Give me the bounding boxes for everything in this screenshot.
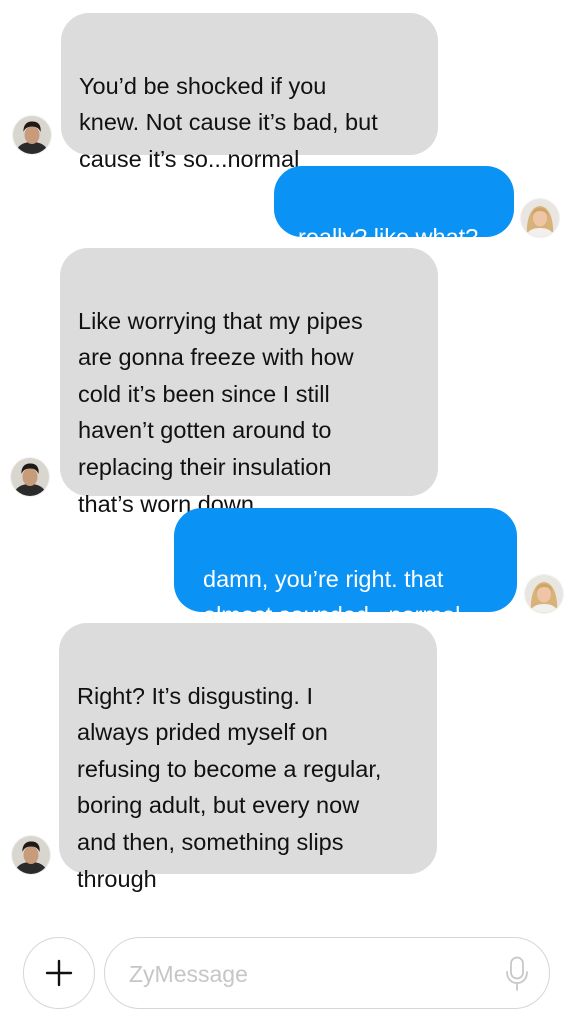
contact-avatar-image — [13, 116, 51, 154]
message-bubble-incoming: Like worrying that my pipes are gonna fr… — [60, 248, 438, 517]
user-avatar-image — [525, 575, 563, 613]
contact-avatar[interactable] — [13, 116, 51, 154]
message-bubble-outgoing: damn, you’re right. that almost sounded.… — [174, 508, 517, 628]
user-avatar[interactable] — [521, 199, 559, 237]
contact-avatar[interactable] — [12, 836, 50, 874]
message-text: really? like what? — [298, 223, 479, 250]
user-avatar[interactable] — [525, 575, 563, 613]
message-bubble-incoming: Right? It’s disgusting. I always prided … — [59, 623, 437, 892]
contact-avatar-image — [12, 836, 50, 874]
message-input[interactable] — [129, 952, 489, 996]
message-text: Like worrying that my pipes are gonna fr… — [78, 307, 363, 517]
add-attachment-button[interactable] — [23, 937, 95, 1009]
user-avatar-image — [521, 199, 559, 237]
message-text: damn, you’re right. that almost sounded.… — [203, 565, 461, 629]
message-bubble-incoming: You’d be shocked if you knew. Not cause … — [61, 13, 438, 172]
message-text: Right? It’s disgusting. I always prided … — [77, 682, 382, 892]
plus-icon — [45, 959, 73, 987]
message-bubble-outgoing: really? like what? — [274, 166, 514, 250]
microphone-icon[interactable] — [505, 956, 529, 992]
message-composer[interactable] — [104, 937, 550, 1009]
contact-avatar[interactable] — [11, 458, 49, 496]
message-text: You’d be shocked if you knew. Not cause … — [79, 72, 378, 172]
contact-avatar-image — [11, 458, 49, 496]
